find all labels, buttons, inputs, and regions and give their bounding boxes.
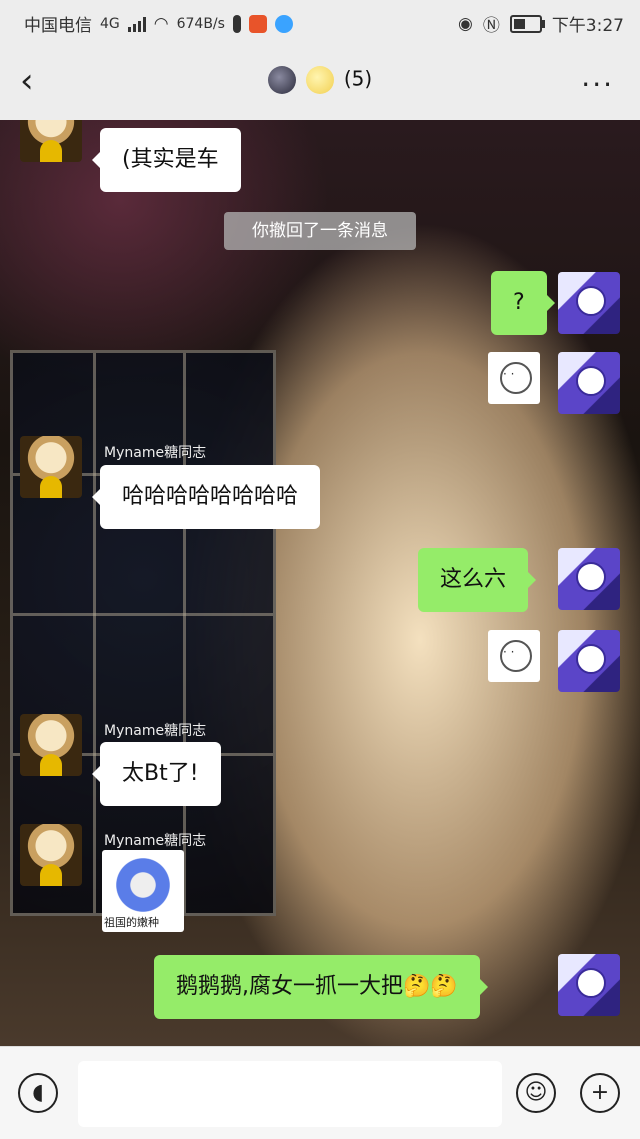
bear-sticker[interactable]: [488, 630, 540, 682]
eye-icon: ◉: [457, 13, 473, 34]
message-input[interactable]: [78, 1061, 502, 1127]
avatar[interactable]: [558, 630, 620, 692]
avatar[interactable]: [558, 352, 620, 414]
bear-sticker[interactable]: [488, 352, 540, 404]
carrier-label: 中国电信: [24, 16, 92, 36]
sender-name: Myname糖同志: [104, 833, 207, 849]
avatar[interactable]: [20, 436, 82, 498]
avatar[interactable]: [558, 954, 620, 1016]
wifi-icon: ◠: [153, 13, 169, 34]
message-bubble[interactable]: ?: [491, 271, 555, 335]
signal-icon: [127, 16, 146, 32]
sticker-caption: 祖国的嫩种: [104, 916, 159, 929]
avatar[interactable]: [20, 824, 82, 886]
flower-icon: [112, 854, 174, 916]
message-bubble[interactable]: 鹅鹅鹅,腐女一抓一大把🤔🤔: [154, 955, 488, 1019]
nfc-icon: Ⓝ: [482, 16, 500, 36]
avatar[interactable]: [20, 120, 82, 162]
message-bubble[interactable]: 哈哈哈哈哈哈哈哈: [91, 465, 321, 529]
message-bubble[interactable]: (其实是车: [92, 128, 241, 192]
member-count: (5): [343, 66, 373, 91]
browser-notification-icon: [274, 14, 293, 33]
system-notice: 你撤回了一条消息: [224, 212, 416, 250]
voice-icon[interactable]: ◖: [18, 1073, 58, 1113]
chat-area[interactable]: (其实是车 你撤回了一条消息 ? Myname糖同志 哈哈哈哈哈哈哈哈 这么六 …: [0, 120, 640, 1046]
chat-title: (5): [0, 66, 640, 94]
more-dots-icon[interactable]: ···: [581, 68, 614, 101]
status-bar: 中国电信 4G ◠ 674B/s ◉ Ⓝ 下午3:27: [0, 0, 640, 44]
alert-icon: [232, 14, 241, 33]
network-type: 4G: [100, 15, 120, 32]
message-bubble[interactable]: 太Bt了!: [92, 742, 221, 806]
group-avatar-icon: [267, 66, 296, 94]
avatar[interactable]: [20, 714, 82, 776]
sender-name: Myname糖同志: [104, 723, 207, 739]
network-speed: 674B/s: [176, 15, 225, 32]
sender-name: Myname糖同志: [104, 445, 207, 461]
app-notification-icon: [248, 14, 267, 33]
chat-header: ‹ (5) ···: [0, 44, 640, 120]
flower-sticker[interactable]: 祖国的嫩种: [102, 850, 184, 932]
input-bar: ◖ ☺ +: [0, 1046, 640, 1139]
avatar[interactable]: [558, 548, 620, 610]
emoji-icon[interactable]: ☺: [516, 1073, 556, 1113]
message-bubble[interactable]: 这么六: [418, 548, 537, 612]
clock: 下午3:27: [551, 16, 624, 36]
smiley-icon: [305, 66, 334, 94]
avatar[interactable]: [558, 272, 620, 334]
battery-icon: [509, 14, 545, 33]
plus-icon[interactable]: +: [580, 1073, 620, 1113]
